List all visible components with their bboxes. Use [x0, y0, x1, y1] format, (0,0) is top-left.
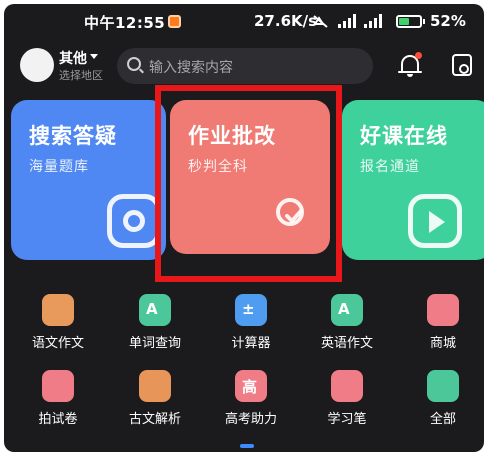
shop-icon [427, 294, 459, 326]
battery-level-fill [399, 18, 409, 25]
separator [388, 14, 392, 28]
signal-hd-icon [338, 14, 356, 28]
card-subtitle: 报名通道 [360, 159, 420, 175]
notification-dot [415, 52, 422, 59]
tool-word-lookup[interactable]: A 单词查询 [115, 294, 195, 360]
mute-icon [313, 15, 328, 28]
tool-scan-exam[interactable]: 拍试卷 [18, 370, 98, 436]
chevron-down-icon[interactable] [90, 54, 98, 59]
card-online-course[interactable]: 好课在线 报名通道 [342, 100, 484, 260]
tool-chinese-essay[interactable]: 语文作文 [18, 294, 98, 360]
pen-icon [331, 370, 363, 402]
tool-ancient-text[interactable]: 古文解析 [115, 370, 195, 436]
tool-shop[interactable]: 商城 [403, 294, 483, 360]
tool-calculator[interactable]: ± 计算器 [211, 294, 291, 360]
exam-scan-icon [42, 370, 74, 402]
app-notification-icon [168, 15, 181, 28]
card-search-answer[interactable]: 搜索答疑 海量题库 [11, 100, 166, 260]
signal-hd-icon [364, 14, 382, 28]
search-input[interactable]: 输入搜索内容 [117, 48, 373, 84]
calculator-icon: ± [235, 294, 267, 326]
battery-tip [423, 19, 425, 24]
calculator-icon[interactable] [452, 54, 472, 76]
word-search-icon: A [139, 294, 171, 326]
english-doc-icon: A [331, 294, 363, 326]
highlight-frame [155, 85, 342, 282]
battery-percent: 52% [430, 12, 466, 30]
card-subtitle: 海量题库 [29, 159, 89, 175]
ancient-text-icon [139, 370, 171, 402]
tool-all[interactable]: 全部 [403, 370, 483, 436]
tool-exam-boost[interactable]: 高 高考助力 [211, 370, 291, 436]
tool-english-essay[interactable]: A 英语作文 [307, 294, 387, 360]
tool-study-pen[interactable]: 学习笔 [307, 370, 387, 436]
search-placeholder: 输入搜索内容 [149, 60, 233, 76]
bell-icon[interactable] [398, 52, 422, 78]
exam-boost-icon: 高 [235, 370, 267, 402]
status-bar: 中午12:55 27.6K/s 52% [4, 4, 484, 38]
avatar[interactable] [20, 48, 54, 82]
notebook-icon [42, 294, 74, 326]
play-icon [408, 194, 462, 248]
search-icon [127, 57, 141, 71]
region-hint: 选择地区 [59, 69, 103, 82]
region-selector[interactable]: 其他 [59, 48, 87, 68]
card-title: 搜索答疑 [29, 124, 117, 148]
phone-screen: 中午12:55 27.6K/s 52% 其他 选择地区 输入搜索内容 搜索答疑 … [4, 4, 484, 452]
camera-icon [107, 194, 161, 248]
card-title: 好课在线 [360, 124, 448, 148]
page-indicator [240, 444, 254, 448]
network-speed: 27.6K/s [254, 12, 318, 30]
status-time: 中午12:55 [84, 14, 166, 32]
all-apps-icon [427, 370, 459, 402]
battery-charging-icon [396, 15, 422, 28]
